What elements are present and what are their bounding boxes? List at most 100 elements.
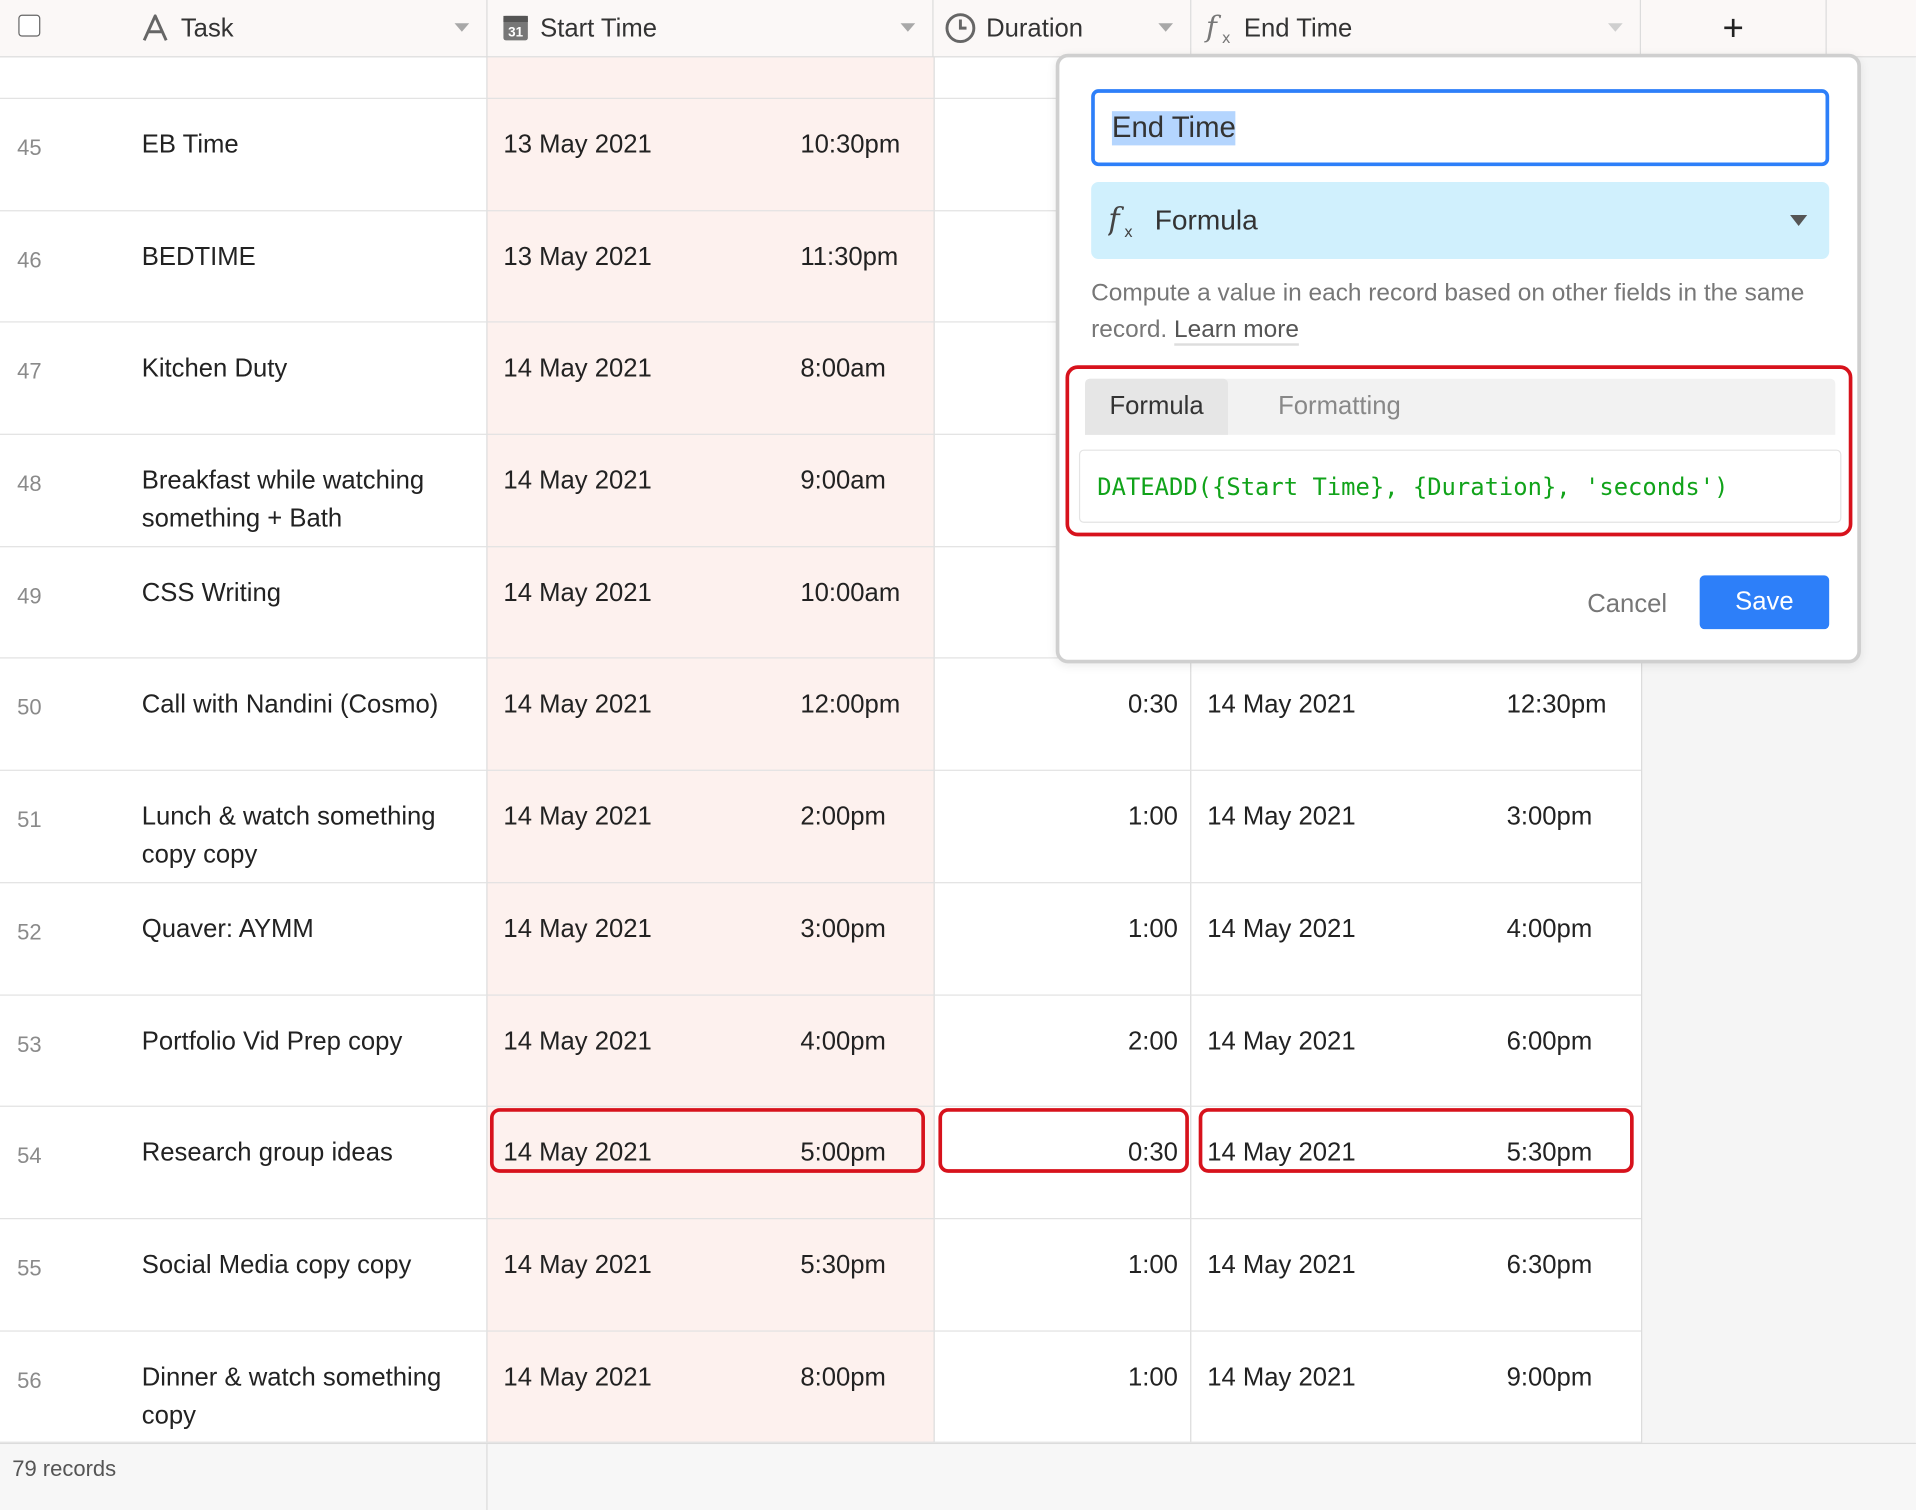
field-name-input[interactable]: End Time [1091, 89, 1830, 167]
summary-bar: 79 records [0, 1442, 1916, 1510]
chevron-down-icon[interactable] [1158, 23, 1174, 32]
table-row[interactable]: 53 Portfolio Vid Prep copy 14 May 2021 4:00… [0, 995, 1642, 1108]
column-header-task[interactable]: Task [0, 0, 488, 58]
start-date-cell[interactable]: 14 May 2021 [503, 910, 651, 948]
highlight-start-time-cell [489, 1108, 925, 1173]
plus-icon: + [1722, 7, 1744, 49]
start-date-cell[interactable]: 14 May 2021 [503, 574, 651, 612]
start-time-cell[interactable]: 12:00pm [800, 686, 900, 724]
field-config-popover: End Time f x Formula Compute a value in … [1055, 53, 1861, 664]
start-time-cell[interactable]: 4:00pm [800, 1022, 886, 1060]
start-time-cell[interactable]: 9:00am [800, 462, 886, 500]
task-cell[interactable]: Kitchen Duty [142, 350, 478, 388]
start-date-cell[interactable]: 14 May 2021 [503, 350, 651, 388]
calendar-icon: 31 [503, 15, 528, 41]
select-all-checkbox[interactable] [18, 14, 41, 37]
task-cell[interactable]: Portfolio Vid Prep copy [142, 1022, 478, 1060]
end-time-cell[interactable]: 6:00pm [1507, 1022, 1593, 1060]
table-row[interactable]: 55 Social Media copy copy 14 May 2021 5:30p… [0, 1219, 1642, 1332]
start-time-cell[interactable]: 10:00am [800, 574, 900, 612]
task-cell[interactable]: Quaver: AYMM [142, 910, 478, 948]
end-date-cell[interactable]: 14 May 2021 [1207, 1358, 1355, 1396]
formula-tabs: Formula Formatting [1085, 378, 1836, 435]
tab-formula[interactable]: Formula [1085, 378, 1229, 435]
end-date-cell[interactable]: 14 May 2021 [1207, 1246, 1355, 1284]
task-cell[interactable]: EB Time [142, 126, 478, 164]
row-number: 45 [17, 135, 42, 161]
task-cell[interactable]: Social Media copy copy [142, 1246, 478, 1284]
end-time-cell[interactable]: 6:30pm [1507, 1246, 1593, 1284]
task-cell[interactable]: CSS Writing [142, 574, 478, 612]
row-number: 54 [17, 1143, 42, 1169]
start-date-cell[interactable]: 14 May 2021 [503, 462, 651, 500]
table-row[interactable]: 52 Quaver: AYMM 14 May 2021 3:00pm 1:00 14 Ma… [0, 883, 1642, 996]
add-field-button[interactable]: + [1641, 0, 1827, 58]
start-time-cell[interactable]: 8:00pm [800, 1358, 886, 1396]
duration-cell[interactable]: 1:00 [941, 1358, 1178, 1396]
footer-divider [486, 1444, 488, 1510]
end-time-cell[interactable]: 12:30pm [1507, 686, 1607, 724]
column-header-start-time-label: Start Time [540, 14, 658, 43]
end-time-cell[interactable]: 4:00pm [1507, 910, 1593, 948]
end-date-cell[interactable]: 14 May 2021 [1207, 910, 1355, 948]
duration-cell[interactable]: 1:00 [941, 798, 1178, 836]
learn-more-link[interactable]: Learn more [1174, 316, 1299, 346]
column-header-start-time[interactable]: 31 Start Time [488, 0, 934, 58]
end-time-cell[interactable]: 9:00pm [1507, 1358, 1593, 1396]
chevron-down-icon [1790, 215, 1808, 227]
chevron-down-icon[interactable] [454, 23, 470, 32]
task-cell[interactable]: Research group ideas [142, 1134, 478, 1172]
task-cell[interactable]: Lunch & watch something copy copy [142, 798, 478, 874]
start-date-cell[interactable]: 14 May 2021 [503, 798, 651, 836]
field-type-label: Formula [1154, 204, 1258, 236]
start-date-cell[interactable]: 14 May 2021 [503, 1022, 651, 1060]
duration-cell[interactable]: 1:00 [941, 1246, 1178, 1284]
field-type-select[interactable]: f x Formula [1091, 182, 1830, 260]
table-row[interactable]: 56 Dinner & watch something copy 14 May 20… [0, 1331, 1642, 1444]
tab-formatting[interactable]: Formatting [1254, 379, 1426, 435]
end-time-cell[interactable]: 3:00pm [1507, 798, 1593, 836]
duration-cell[interactable]: 0:30 [941, 686, 1178, 724]
start-date-cell[interactable]: 13 May 2021 [503, 238, 651, 276]
highlight-end-time-cell [1198, 1108, 1634, 1173]
row-number: 56 [17, 1367, 42, 1393]
duration-cell[interactable]: 2:00 [941, 1022, 1178, 1060]
start-date-cell[interactable]: 14 May 2021 [503, 686, 651, 724]
row-number: 49 [17, 583, 42, 609]
row-number: 51 [17, 807, 42, 833]
formula-icon: f x [1204, 10, 1231, 47]
cancel-button[interactable]: Cancel [1587, 590, 1667, 619]
task-cell[interactable]: Call with Nandini (Cosmo) [142, 686, 478, 724]
row-number: 55 [17, 1255, 42, 1281]
task-cell[interactable]: Breakfast while watching something + Bat… [142, 462, 478, 538]
calendar-icon-text: 31 [508, 25, 523, 40]
table-row[interactable]: 51 Lunch & watch something copy copy 14 Ma… [0, 771, 1642, 884]
table-row[interactable]: 50 Call with Nandini (Cosmo) 14 May 2021 12… [0, 659, 1642, 772]
start-date-cell[interactable]: 13 May 2021 [503, 126, 651, 164]
task-cell[interactable]: BEDTIME [142, 238, 478, 276]
duration-cell[interactable]: 1:00 [941, 910, 1178, 948]
start-time-cell[interactable]: 5:30pm [800, 1246, 886, 1284]
start-date-cell[interactable]: 14 May 2021 [503, 1246, 651, 1284]
svg-text:f: f [1108, 202, 1124, 237]
row-number: 47 [17, 359, 42, 385]
svg-text:x: x [1222, 30, 1231, 47]
chevron-down-icon[interactable] [900, 23, 916, 32]
formula-editor-input[interactable]: DATEADD({Start Time}, {Duration}, 'secon… [1078, 449, 1842, 523]
save-button[interactable]: Save [1699, 575, 1830, 630]
end-date-cell[interactable]: 14 May 2021 [1207, 1022, 1355, 1060]
start-time-cell[interactable]: 3:00pm [800, 910, 886, 948]
start-time-cell[interactable]: 2:00pm [800, 798, 886, 836]
start-date-cell[interactable]: 14 May 2021 [503, 1358, 651, 1396]
airtable-grid-view: Task 31 Start Time Duration f x End Time… [0, 0, 1916, 1510]
chevron-down-icon[interactable] [1608, 23, 1623, 32]
end-date-cell[interactable]: 14 May 2021 [1207, 686, 1355, 724]
start-time-cell[interactable]: 11:30pm [800, 238, 898, 276]
row-number: 46 [17, 247, 42, 273]
end-date-cell[interactable]: 14 May 2021 [1207, 798, 1355, 836]
task-cell[interactable]: Dinner & watch something copy [142, 1358, 478, 1434]
column-header-end-time[interactable]: f x End Time [1191, 0, 1642, 58]
start-time-cell[interactable]: 10:30pm [800, 126, 900, 164]
start-time-cell[interactable]: 8:00am [800, 350, 886, 388]
column-header-duration[interactable]: Duration [934, 0, 1192, 58]
